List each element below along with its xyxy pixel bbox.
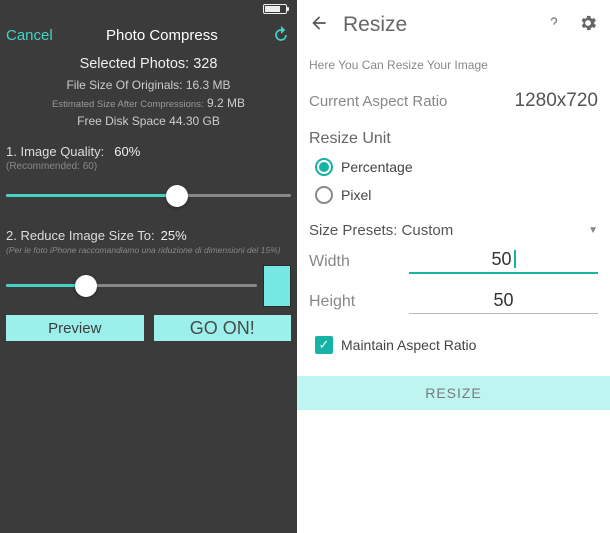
left-title: Photo Compress: [106, 27, 218, 44]
left-button-row: Preview GO ON!: [6, 315, 291, 341]
quality-recommended: (Recommended: 60): [6, 161, 291, 172]
status-bar: [6, 0, 291, 18]
radio-pixel-label: Pixel: [341, 187, 371, 203]
stats-block: Selected Photos: 328 File Size Of Origin…: [6, 54, 291, 130]
resize-button[interactable]: RESIZE: [297, 376, 610, 410]
orig-label: File Size Of Originals:: [66, 78, 182, 92]
maintain-aspect-label: Maintain Aspect Ratio: [341, 337, 476, 353]
resize-unit-label: Resize Unit: [309, 130, 598, 148]
go-on-button[interactable]: GO ON!: [154, 315, 292, 341]
quality-label: 1. Image Quality:: [6, 144, 104, 159]
height-input[interactable]: 50: [409, 290, 598, 314]
size-presets-label: Size Presets:: [309, 222, 397, 239]
reduce-section: 2. Reduce Image Size To: 25% (Per le fot…: [6, 228, 291, 307]
checkbox-checked-icon: ✓: [315, 336, 333, 354]
radio-percentage[interactable]: Percentage: [315, 158, 598, 176]
height-label: Height: [309, 293, 409, 311]
photo-compress-pane: Cancel Photo Compress Selected Photos: 3…: [0, 0, 297, 533]
free-label: Free Disk Space: [77, 114, 166, 128]
free-val: 44.30 GB: [169, 114, 220, 128]
text-cursor: [514, 250, 516, 268]
radio-icon: [315, 158, 333, 176]
quality-slider[interactable]: [6, 182, 291, 210]
resize-hint: Here You Can Resize Your Image: [309, 58, 598, 72]
est-label: Estimated Size After Compressions:: [52, 99, 204, 110]
size-presets-row[interactable]: Size Presets: Custom ▼: [309, 222, 598, 239]
resize-pane: Resize Here You Can Resize Your Image Cu…: [297, 0, 610, 533]
right-title: Resize: [343, 13, 407, 37]
reduce-label: 2. Reduce Image Size To:: [6, 228, 155, 243]
back-icon[interactable]: [309, 13, 329, 38]
quality-value: 60%: [114, 144, 140, 159]
reduce-slider[interactable]: [6, 272, 257, 300]
preview-button[interactable]: Preview: [6, 315, 144, 341]
width-row: Width 50: [309, 249, 598, 274]
refresh-icon[interactable]: [271, 25, 291, 45]
selected-label: Selected Photos:: [80, 56, 190, 72]
battery-icon: [263, 4, 287, 14]
chevron-down-icon: ▼: [588, 225, 598, 236]
aspect-ratio-row: Current Aspect Ratio 1280x720: [309, 90, 598, 112]
est-size: 9.2 MB: [207, 96, 245, 110]
size-presets-value: Custom: [402, 222, 454, 239]
right-header: Resize: [309, 0, 598, 50]
radio-pixel[interactable]: Pixel: [315, 186, 598, 204]
gear-icon[interactable]: [578, 13, 598, 38]
aspect-ratio-label: Current Aspect Ratio: [309, 93, 447, 110]
width-label: Width: [309, 253, 409, 271]
quality-label-row: 1. Image Quality: 60%: [6, 144, 291, 159]
help-icon[interactable]: [544, 13, 564, 38]
height-row: Height 50: [309, 290, 598, 314]
reduce-note: (Per le foto iPhone raccomandiamo una ri…: [6, 245, 291, 255]
left-header: Cancel Photo Compress: [6, 18, 291, 52]
width-input[interactable]: 50: [409, 249, 598, 274]
color-preview-chip: [263, 265, 291, 307]
cancel-button[interactable]: Cancel: [6, 27, 53, 44]
radio-percentage-label: Percentage: [341, 159, 413, 175]
maintain-aspect-checkbox[interactable]: ✓ Maintain Aspect Ratio: [315, 336, 598, 354]
reduce-value: 25%: [161, 228, 187, 243]
selected-count: 328: [193, 56, 217, 72]
radio-icon: [315, 186, 333, 204]
aspect-ratio-value: 1280x720: [515, 90, 598, 112]
orig-size: 16.3 MB: [186, 78, 231, 92]
